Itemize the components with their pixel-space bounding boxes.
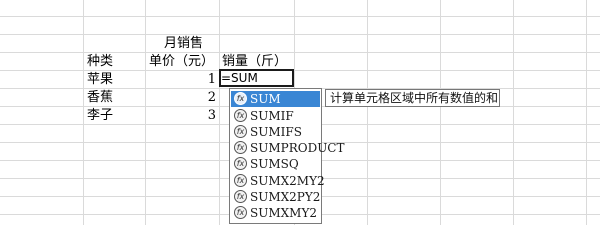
autocomplete-item-sumproduct[interactable]: fx SUMPRODUCT: [231, 140, 345, 156]
autocomplete-item-sumxmy2[interactable]: fx SUMXMY2: [231, 205, 320, 221]
header-kind-cell[interactable]: 种类: [87, 54, 113, 70]
function-icon: fx: [234, 141, 247, 154]
autocomplete-item-sum[interactable]: fx SUM: [231, 91, 320, 107]
function-icon: fx: [234, 190, 247, 203]
kind-cell-apple[interactable]: 苹果: [87, 72, 113, 88]
autocomplete-item-sumifs[interactable]: fx SUMIFS: [231, 124, 320, 140]
kind-cell-banana[interactable]: 香蕉: [87, 90, 113, 106]
header-price-cell[interactable]: 单价（元）: [149, 54, 214, 70]
function-icon: fx: [234, 174, 247, 187]
function-icon: fx: [234, 92, 247, 105]
kind-cell-plum[interactable]: 李子: [87, 108, 113, 124]
sheet-title-cell[interactable]: 月销售: [164, 36, 203, 52]
header-quantity-cell[interactable]: 销量（斤）: [222, 54, 287, 70]
price-cell-banana[interactable]: 2: [146, 90, 216, 106]
function-tooltip: 计算单元格区域中所有数值的和: [325, 89, 500, 107]
function-icon: fx: [234, 206, 247, 219]
function-autocomplete-list[interactable]: fx SUM fx SUMIF fx SUMIFS fx SUMPRODUCT …: [229, 88, 345, 224]
autocomplete-item-sumx2my2[interactable]: fx SUMX2MY2: [231, 173, 325, 189]
autocomplete-item-sumif[interactable]: fx SUMIF: [231, 108, 320, 124]
autocomplete-item-sumsq[interactable]: fx SUMSQ: [231, 156, 320, 172]
function-icon: fx: [234, 109, 247, 122]
price-cell-apple[interactable]: 1: [146, 72, 216, 88]
function-icon: fx: [234, 157, 247, 170]
formula-text[interactable]: =SUM: [221, 70, 258, 86]
autocomplete-item-sumx2py2[interactable]: fx SUMX2PY2: [231, 189, 320, 205]
function-icon: fx: [234, 125, 247, 138]
price-cell-plum[interactable]: 3: [146, 108, 216, 124]
